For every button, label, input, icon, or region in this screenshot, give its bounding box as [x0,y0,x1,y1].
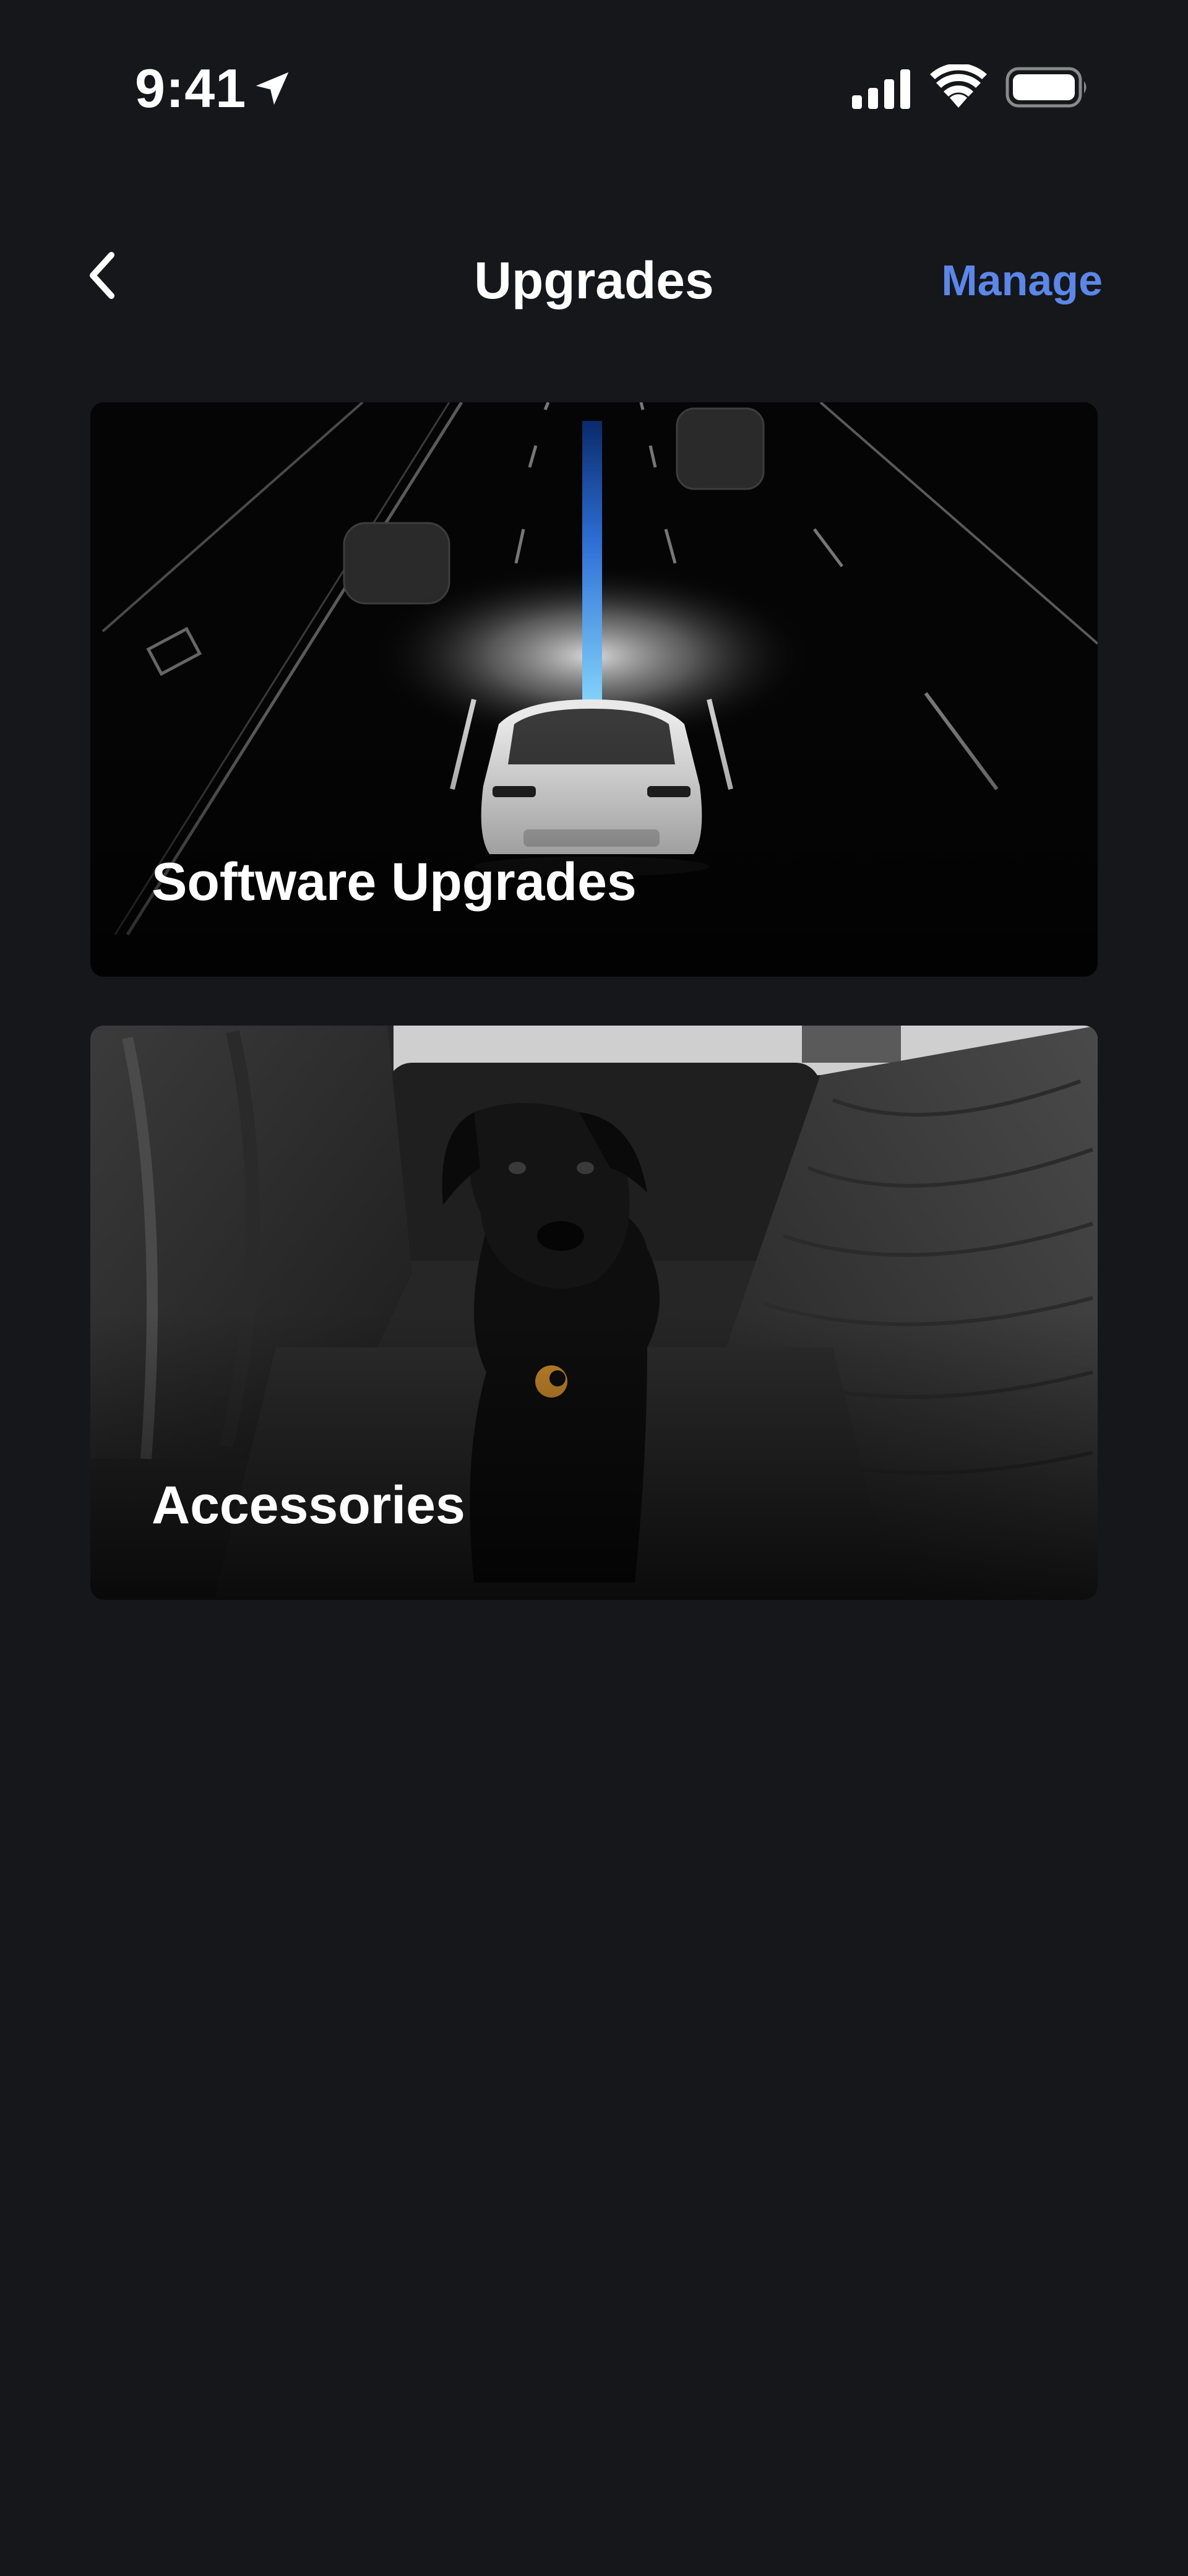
status-bar: 9:41 [0,0,1188,179]
cellular-signal-icon [852,69,910,109]
status-time: 9:41 [135,58,247,119]
location-arrow-icon [256,72,289,105]
software-upgrades-label: Software Upgrades [152,852,637,912]
manage-button[interactable]: Manage [941,246,1103,314]
accessories-label: Accessories [152,1476,465,1535]
wifi-icon [930,64,987,108]
software-upgrades-card[interactable]: Software Upgrades [90,402,1098,977]
accessories-card[interactable]: Accessories [90,1026,1098,1600]
battery-icon [1005,67,1087,108]
